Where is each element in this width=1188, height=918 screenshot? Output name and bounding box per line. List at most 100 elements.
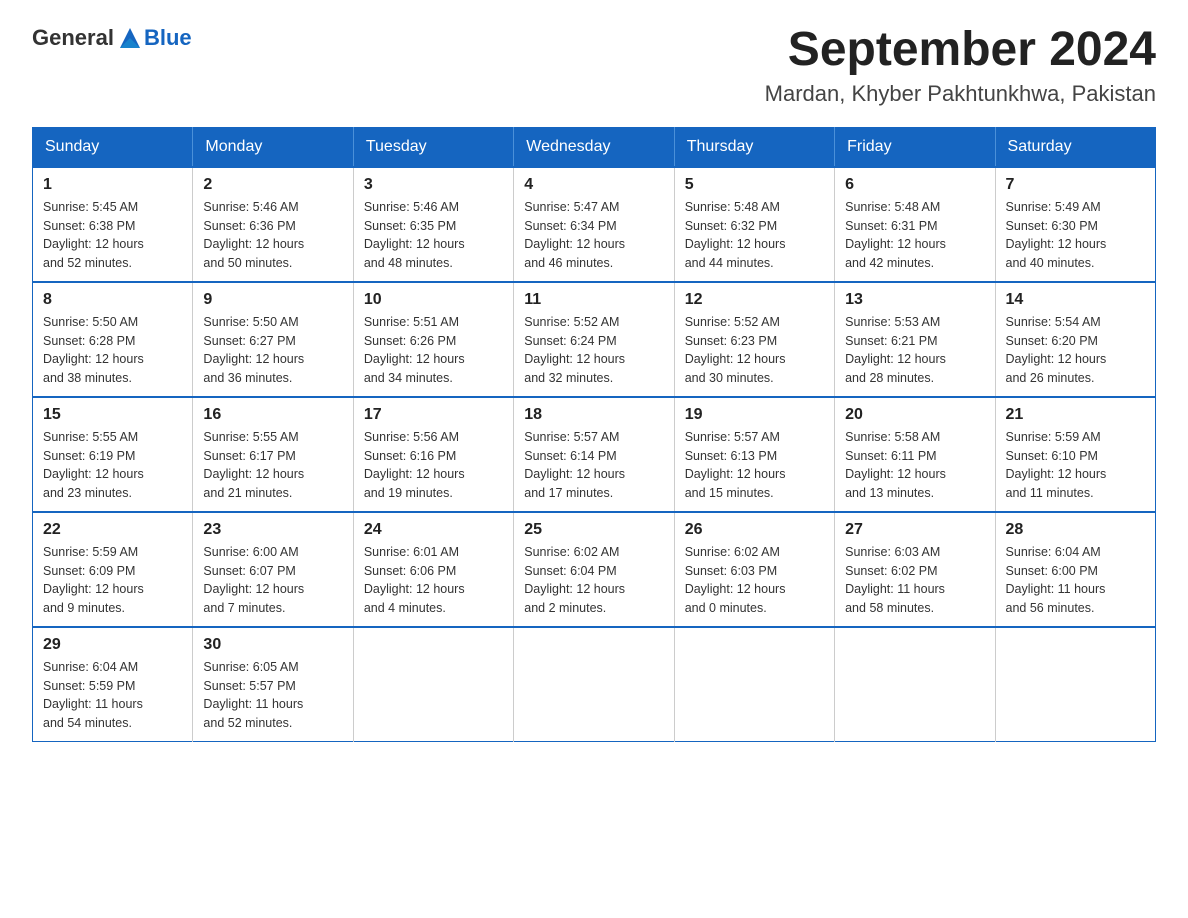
calendar-cell: 26 Sunrise: 6:02 AMSunset: 6:03 PMDaylig…	[674, 512, 834, 627]
day-info: Sunrise: 5:59 AMSunset: 6:10 PMDaylight:…	[1006, 430, 1107, 500]
calendar-table: SundayMondayTuesdayWednesdayThursdayFrid…	[32, 127, 1156, 742]
calendar-cell: 2 Sunrise: 5:46 AMSunset: 6:36 PMDayligh…	[193, 167, 353, 282]
calendar-cell: 20 Sunrise: 5:58 AMSunset: 6:11 PMDaylig…	[835, 397, 995, 512]
day-number: 6	[845, 176, 984, 194]
calendar-cell: 7 Sunrise: 5:49 AMSunset: 6:30 PMDayligh…	[995, 167, 1155, 282]
day-info: Sunrise: 5:52 AMSunset: 6:24 PMDaylight:…	[524, 315, 625, 385]
calendar-cell: 12 Sunrise: 5:52 AMSunset: 6:23 PMDaylig…	[674, 282, 834, 397]
day-number: 19	[685, 406, 824, 424]
weekday-header-saturday: Saturday	[995, 127, 1155, 167]
calendar-cell: 18 Sunrise: 5:57 AMSunset: 6:14 PMDaylig…	[514, 397, 674, 512]
calendar-cell: 24 Sunrise: 6:01 AMSunset: 6:06 PMDaylig…	[353, 512, 513, 627]
calendar-week-row: 1 Sunrise: 5:45 AMSunset: 6:38 PMDayligh…	[33, 167, 1156, 282]
header-right: September 2024 Mardan, Khyber Pakhtunkhw…	[765, 24, 1156, 107]
day-number: 18	[524, 406, 663, 424]
day-info: Sunrise: 5:46 AMSunset: 6:36 PMDaylight:…	[203, 200, 304, 270]
calendar-cell: 3 Sunrise: 5:46 AMSunset: 6:35 PMDayligh…	[353, 167, 513, 282]
location-subtitle: Mardan, Khyber Pakhtunkhwa, Pakistan	[765, 81, 1156, 107]
calendar-cell: 4 Sunrise: 5:47 AMSunset: 6:34 PMDayligh…	[514, 167, 674, 282]
calendar-cell: 14 Sunrise: 5:54 AMSunset: 6:20 PMDaylig…	[995, 282, 1155, 397]
day-number: 2	[203, 176, 342, 194]
calendar-cell	[835, 627, 995, 742]
day-info: Sunrise: 5:49 AMSunset: 6:30 PMDaylight:…	[1006, 200, 1107, 270]
calendar-cell: 5 Sunrise: 5:48 AMSunset: 6:32 PMDayligh…	[674, 167, 834, 282]
day-number: 7	[1006, 176, 1145, 194]
calendar-cell: 15 Sunrise: 5:55 AMSunset: 6:19 PMDaylig…	[33, 397, 193, 512]
calendar-cell: 21 Sunrise: 5:59 AMSunset: 6:10 PMDaylig…	[995, 397, 1155, 512]
calendar-cell	[514, 627, 674, 742]
day-info: Sunrise: 5:55 AMSunset: 6:17 PMDaylight:…	[203, 430, 304, 500]
calendar-header-row: SundayMondayTuesdayWednesdayThursdayFrid…	[33, 127, 1156, 167]
day-info: Sunrise: 5:46 AMSunset: 6:35 PMDaylight:…	[364, 200, 465, 270]
calendar-cell: 10 Sunrise: 5:51 AMSunset: 6:26 PMDaylig…	[353, 282, 513, 397]
calendar-week-row: 29 Sunrise: 6:04 AMSunset: 5:59 PMDaylig…	[33, 627, 1156, 742]
calendar-cell: 16 Sunrise: 5:55 AMSunset: 6:17 PMDaylig…	[193, 397, 353, 512]
logo: General Blue	[32, 24, 192, 52]
day-number: 10	[364, 291, 503, 309]
day-info: Sunrise: 6:00 AMSunset: 6:07 PMDaylight:…	[203, 545, 304, 615]
calendar-cell: 1 Sunrise: 5:45 AMSunset: 6:38 PMDayligh…	[33, 167, 193, 282]
day-number: 17	[364, 406, 503, 424]
day-info: Sunrise: 5:50 AMSunset: 6:28 PMDaylight:…	[43, 315, 144, 385]
weekday-header-wednesday: Wednesday	[514, 127, 674, 167]
day-number: 3	[364, 176, 503, 194]
calendar-cell: 25 Sunrise: 6:02 AMSunset: 6:04 PMDaylig…	[514, 512, 674, 627]
calendar-cell: 30 Sunrise: 6:05 AMSunset: 5:57 PMDaylig…	[193, 627, 353, 742]
day-info: Sunrise: 5:45 AMSunset: 6:38 PMDaylight:…	[43, 200, 144, 270]
day-number: 12	[685, 291, 824, 309]
calendar-cell: 22 Sunrise: 5:59 AMSunset: 6:09 PMDaylig…	[33, 512, 193, 627]
calendar-cell: 6 Sunrise: 5:48 AMSunset: 6:31 PMDayligh…	[835, 167, 995, 282]
day-info: Sunrise: 6:02 AMSunset: 6:03 PMDaylight:…	[685, 545, 786, 615]
day-number: 24	[364, 521, 503, 539]
weekday-header-friday: Friday	[835, 127, 995, 167]
calendar-cell: 23 Sunrise: 6:00 AMSunset: 6:07 PMDaylig…	[193, 512, 353, 627]
month-year-title: September 2024	[765, 24, 1156, 77]
calendar-cell: 17 Sunrise: 5:56 AMSunset: 6:16 PMDaylig…	[353, 397, 513, 512]
day-info: Sunrise: 5:57 AMSunset: 6:13 PMDaylight:…	[685, 430, 786, 500]
day-info: Sunrise: 5:58 AMSunset: 6:11 PMDaylight:…	[845, 430, 946, 500]
calendar-cell	[353, 627, 513, 742]
day-info: Sunrise: 5:54 AMSunset: 6:20 PMDaylight:…	[1006, 315, 1107, 385]
calendar-cell: 11 Sunrise: 5:52 AMSunset: 6:24 PMDaylig…	[514, 282, 674, 397]
day-number: 1	[43, 176, 182, 194]
day-info: Sunrise: 6:05 AMSunset: 5:57 PMDaylight:…	[203, 660, 303, 730]
weekday-header-tuesday: Tuesday	[353, 127, 513, 167]
calendar-cell: 9 Sunrise: 5:50 AMSunset: 6:27 PMDayligh…	[193, 282, 353, 397]
day-number: 27	[845, 521, 984, 539]
day-number: 21	[1006, 406, 1145, 424]
day-number: 22	[43, 521, 182, 539]
page-header: General Blue September 2024 Mardan, Khyb…	[32, 24, 1156, 107]
weekday-header-monday: Monday	[193, 127, 353, 167]
day-number: 23	[203, 521, 342, 539]
day-info: Sunrise: 5:57 AMSunset: 6:14 PMDaylight:…	[524, 430, 625, 500]
day-info: Sunrise: 5:50 AMSunset: 6:27 PMDaylight:…	[203, 315, 304, 385]
day-number: 28	[1006, 521, 1145, 539]
day-number: 25	[524, 521, 663, 539]
day-info: Sunrise: 5:48 AMSunset: 6:32 PMDaylight:…	[685, 200, 786, 270]
day-info: Sunrise: 6:04 AMSunset: 6:00 PMDaylight:…	[1006, 545, 1106, 615]
day-info: Sunrise: 5:59 AMSunset: 6:09 PMDaylight:…	[43, 545, 144, 615]
logo-general-text: General	[32, 25, 114, 51]
day-number: 16	[203, 406, 342, 424]
day-info: Sunrise: 5:53 AMSunset: 6:21 PMDaylight:…	[845, 315, 946, 385]
day-info: Sunrise: 5:55 AMSunset: 6:19 PMDaylight:…	[43, 430, 144, 500]
calendar-cell: 28 Sunrise: 6:04 AMSunset: 6:00 PMDaylig…	[995, 512, 1155, 627]
day-number: 14	[1006, 291, 1145, 309]
day-number: 13	[845, 291, 984, 309]
day-number: 11	[524, 291, 663, 309]
calendar-cell	[674, 627, 834, 742]
day-number: 29	[43, 636, 182, 654]
calendar-cell: 19 Sunrise: 5:57 AMSunset: 6:13 PMDaylig…	[674, 397, 834, 512]
day-number: 8	[43, 291, 182, 309]
day-number: 30	[203, 636, 342, 654]
calendar-week-row: 22 Sunrise: 5:59 AMSunset: 6:09 PMDaylig…	[33, 512, 1156, 627]
weekday-header-sunday: Sunday	[33, 127, 193, 167]
weekday-header-thursday: Thursday	[674, 127, 834, 167]
day-info: Sunrise: 5:52 AMSunset: 6:23 PMDaylight:…	[685, 315, 786, 385]
day-info: Sunrise: 5:48 AMSunset: 6:31 PMDaylight:…	[845, 200, 946, 270]
day-number: 5	[685, 176, 824, 194]
calendar-week-row: 15 Sunrise: 5:55 AMSunset: 6:19 PMDaylig…	[33, 397, 1156, 512]
calendar-cell: 8 Sunrise: 5:50 AMSunset: 6:28 PMDayligh…	[33, 282, 193, 397]
day-info: Sunrise: 5:56 AMSunset: 6:16 PMDaylight:…	[364, 430, 465, 500]
calendar-cell: 29 Sunrise: 6:04 AMSunset: 5:59 PMDaylig…	[33, 627, 193, 742]
